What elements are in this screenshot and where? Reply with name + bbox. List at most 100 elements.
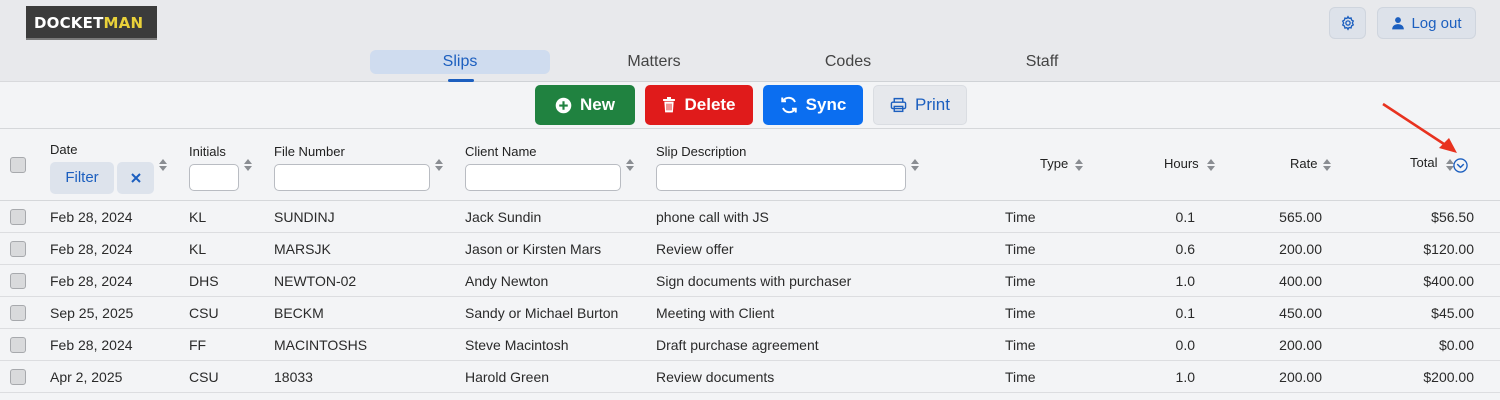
tab-staff[interactable]: Staff xyxy=(952,50,1132,74)
cell-rate: 200.00 xyxy=(1279,337,1322,353)
cell-rate: 400.00 xyxy=(1279,273,1322,289)
initials-filter-input[interactable] xyxy=(189,164,239,191)
cell-initials: FF xyxy=(189,337,207,353)
cell-total: $45.00 xyxy=(1431,305,1474,321)
delete-button[interactable]: Delete xyxy=(645,85,753,125)
settings-button[interactable] xyxy=(1329,7,1366,39)
cell-total: $200.00 xyxy=(1423,369,1474,385)
sort-icon[interactable] xyxy=(911,159,919,171)
logout-button[interactable]: Log out xyxy=(1377,7,1476,39)
cell-client-name: Jack Sundin xyxy=(465,209,542,225)
sort-icon[interactable] xyxy=(159,159,167,171)
row-checkbox[interactable] xyxy=(10,337,26,353)
clear-filter-button[interactable] xyxy=(117,162,154,194)
row-checkbox[interactable] xyxy=(10,209,26,225)
col-initials[interactable]: Initials xyxy=(189,144,226,159)
cell-hours: 0.6 xyxy=(1175,241,1195,257)
file-number-filter-input[interactable] xyxy=(274,164,430,191)
cell-file-number: NEWTON-02 xyxy=(274,273,357,289)
table-row[interactable]: Feb 28, 2024 DHS NEWTON-02 Andy Newton Sign … xyxy=(0,265,1500,297)
row-checkbox[interactable] xyxy=(10,305,26,321)
cell-rate: 450.00 xyxy=(1279,305,1322,321)
user-icon xyxy=(1392,17,1405,30)
table-row[interactable]: Feb 28, 2024 KL MARSJK Jason or Kirsten Mar… xyxy=(0,233,1500,265)
cell-slip-description: Sign documents with purchaser xyxy=(656,273,852,289)
cell-initials: CSU xyxy=(189,369,219,385)
trash-icon xyxy=(663,97,676,113)
cell-hours: 1.0 xyxy=(1175,369,1195,385)
select-all-checkbox[interactable] xyxy=(10,157,26,173)
cell-client-name: Andy Newton xyxy=(465,273,549,289)
cell-type: Time xyxy=(1005,305,1036,321)
sort-icon[interactable] xyxy=(626,159,634,171)
sort-icon[interactable] xyxy=(1075,159,1083,171)
sort-icon[interactable] xyxy=(1323,159,1331,171)
col-date[interactable]: Date xyxy=(50,142,77,157)
cell-type: Time xyxy=(1005,337,1036,353)
new-button[interactable]: New xyxy=(535,85,635,125)
cell-hours: 0.1 xyxy=(1175,209,1195,225)
logout-label: Log out xyxy=(1411,14,1462,32)
col-slip-description[interactable]: Slip Description xyxy=(656,144,746,159)
row-checkbox[interactable] xyxy=(10,241,26,257)
table-row[interactable]: Feb 28, 2024 KL SUNDINJ Jack Sundin phone ca… xyxy=(0,201,1500,233)
cell-total: $56.50 xyxy=(1431,209,1474,225)
col-file-number[interactable]: File Number xyxy=(274,144,345,159)
filter-button[interactable]: Filter xyxy=(50,162,114,194)
row-checkbox[interactable] xyxy=(10,273,26,289)
cell-slip-description: Review offer xyxy=(656,241,734,257)
sort-icon[interactable] xyxy=(1207,159,1215,171)
sort-icon[interactable] xyxy=(244,159,252,171)
cell-initials: KL xyxy=(189,209,207,225)
cell-client-name: Jason or Kirsten Mars xyxy=(465,241,602,257)
delete-label: Delete xyxy=(684,95,736,114)
col-type[interactable]: Type xyxy=(1040,156,1068,171)
logo-text-man: MAN xyxy=(103,14,144,32)
table-row[interactable]: Apr 2, 2025 CSU 18033 Harold Green Review do… xyxy=(0,361,1500,393)
col-rate[interactable]: Rate xyxy=(1290,156,1317,171)
print-button[interactable]: Print xyxy=(873,85,967,125)
cell-initials: CSU xyxy=(189,305,219,321)
sync-label: Sync xyxy=(805,95,847,114)
cell-date: Feb 28, 2024 xyxy=(50,337,133,353)
cell-file-number: MARSJK xyxy=(274,241,331,257)
slips-table: Date Filter Initials File Number Client … xyxy=(0,129,1500,393)
table-row[interactable]: Sep 25, 2025 CSU BECKM Sandy or Michael Bur… xyxy=(0,297,1500,329)
cell-total: $0.00 xyxy=(1438,337,1474,353)
slip-description-filter-input[interactable] xyxy=(656,164,906,191)
row-checkbox[interactable] xyxy=(10,369,26,385)
col-hours[interactable]: Hours xyxy=(1164,156,1199,171)
cell-total: $120.00 xyxy=(1423,241,1474,257)
cell-type: Time xyxy=(1005,273,1036,289)
cell-rate: 200.00 xyxy=(1279,241,1322,257)
chevron-down-circle-icon[interactable] xyxy=(1453,158,1468,173)
cell-rate: 200.00 xyxy=(1279,369,1322,385)
tab-slips[interactable]: Slips xyxy=(370,50,550,74)
cell-hours: 0.0 xyxy=(1175,337,1195,353)
cell-rate: 565.00 xyxy=(1279,209,1322,225)
cell-total: $400.00 xyxy=(1423,273,1474,289)
cell-initials: KL xyxy=(189,241,207,257)
annotation-arrow xyxy=(1382,102,1457,153)
client-name-filter-input[interactable] xyxy=(465,164,621,191)
gear-icon xyxy=(1341,15,1354,31)
main-tabs: Slips Matters Codes Staff xyxy=(350,48,1150,82)
tab-codes[interactable]: Codes xyxy=(758,50,938,74)
sync-button[interactable]: Sync xyxy=(763,85,863,125)
cell-hours: 1.0 xyxy=(1175,273,1195,289)
col-client-name[interactable]: Client Name xyxy=(465,144,537,159)
cell-slip-description: Meeting with Client xyxy=(656,305,775,321)
cell-slip-description: Draft purchase agreement xyxy=(656,337,819,353)
printer-icon xyxy=(890,97,907,113)
cell-date: Sep 25, 2025 xyxy=(50,305,134,321)
plus-circle-icon xyxy=(555,97,572,113)
cell-type: Time xyxy=(1005,209,1036,225)
cell-file-number: MACINTOSHS xyxy=(274,337,368,353)
cell-client-name: Harold Green xyxy=(465,369,550,385)
action-toolbar: New Delete Sync Print xyxy=(0,83,1500,129)
tab-matters[interactable]: Matters xyxy=(564,50,744,74)
cell-client-name: Sandy or Michael Burton xyxy=(465,305,619,321)
table-row[interactable]: Feb 28, 2024 FF MACINTOSHS Steve Macintosh D… xyxy=(0,329,1500,361)
cell-file-number: SUNDINJ xyxy=(274,209,335,225)
sort-icon[interactable] xyxy=(435,159,443,171)
